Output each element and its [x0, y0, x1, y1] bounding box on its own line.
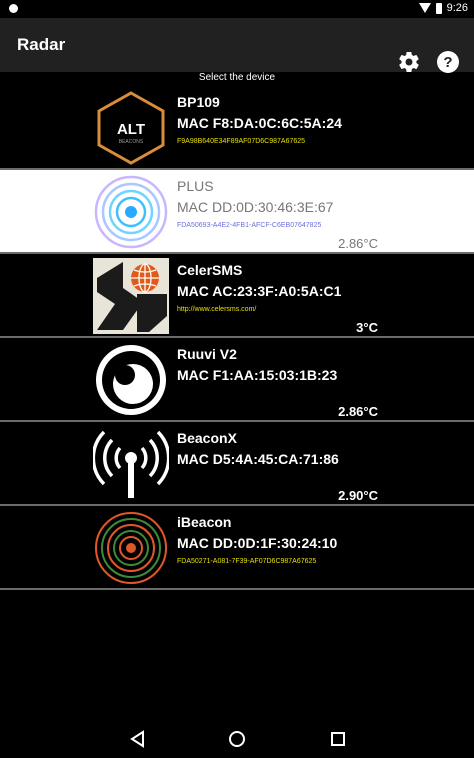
device-uuid: FDA50271-A081-7F39-AF07D6C987A67625: [177, 558, 317, 565]
status-icons: 9:26: [418, 2, 468, 14]
home-icon[interactable]: [228, 730, 246, 748]
device-mac: MAC D5:4A:45:CA:71:86: [177, 451, 339, 467]
device-name: iBeacon: [177, 514, 232, 530]
device-mac: MAC F8:DA:0C:6C:5A:24: [177, 115, 342, 131]
device-uuid: F9A98B640E34F89AF07D6C987A67625: [177, 138, 306, 145]
alt-beacons-logo: ALT BEACONS: [97, 91, 165, 165]
device-mac: MAC DD:0D:30:46:3E:67: [177, 199, 334, 215]
ruuvi-logo: [96, 345, 166, 415]
device-temperature: 3°C: [356, 320, 378, 335]
device-name: BeaconX: [177, 430, 237, 446]
device-row[interactable]: Ruuvi V2 MAC F1:AA:15:03:1B:23 2.86°C: [0, 338, 474, 422]
alt-logo-subtext: BEACONS: [119, 139, 144, 145]
device-temperature: 2.86°C: [338, 236, 378, 251]
navigation-bar: [0, 720, 474, 758]
device-url: http://www.celersms.com/: [177, 306, 257, 313]
device-uuid: FDA50693-A4E2-4FB1-AFCF-C6EB07647825: [177, 222, 322, 229]
pastel-radar-icon: [94, 175, 168, 249]
device-mac: MAC AC:23:3F:A0:5A:C1: [177, 283, 342, 299]
device-row[interactable]: BeaconX MAC D5:4A:45:CA:71:86 2.90°C: [0, 422, 474, 506]
status-bar: 9:26: [0, 0, 474, 18]
recents-icon[interactable]: [329, 730, 347, 748]
app-bar: Radar ?: [0, 18, 474, 74]
gear-icon[interactable]: [397, 50, 421, 74]
device-row[interactable]: iBeacon MAC DD:0D:1F:30:24:10 FDA50271-A…: [0, 506, 474, 590]
notification-dot-icon: [9, 4, 18, 13]
device-name: Ruuvi V2: [177, 346, 237, 362]
app-title: Radar: [17, 35, 66, 54]
device-row[interactable]: CelerSMS MAC AC:23:3F:A0:5A:C1 http://ww…: [0, 254, 474, 338]
back-icon[interactable]: [129, 730, 147, 748]
device-name: PLUS: [177, 178, 214, 194]
device-mac: MAC F1:AA:15:03:1B:23: [177, 367, 338, 383]
device-temperature: 2.90°C: [338, 488, 378, 503]
orange-radar-icon: [95, 512, 167, 584]
celersms-logo: [93, 258, 169, 334]
device-temperature: 2.86°C: [338, 404, 378, 419]
svg-text:?: ?: [443, 54, 452, 71]
device-mac: MAC DD:0D:1F:30:24:10: [177, 535, 338, 551]
device-name: CelerSMS: [177, 262, 243, 278]
wifi-icon: [418, 3, 431, 13]
status-time: 9:26: [446, 2, 468, 14]
device-name: BP109: [177, 94, 220, 110]
device-row[interactable]: ALT BEACONS BP109 MAC F8:DA:0C:6C:5A:24 …: [0, 86, 474, 170]
antenna-icon: [93, 430, 169, 498]
select-device-hint: Select the device: [198, 72, 276, 83]
alt-logo-text: ALT: [117, 121, 145, 138]
battery-icon: [435, 2, 442, 14]
device-row-selected[interactable]: PLUS MAC DD:0D:30:46:3E:67 FDA50693-A4E2…: [0, 170, 474, 254]
help-icon[interactable]: ?: [436, 50, 460, 74]
